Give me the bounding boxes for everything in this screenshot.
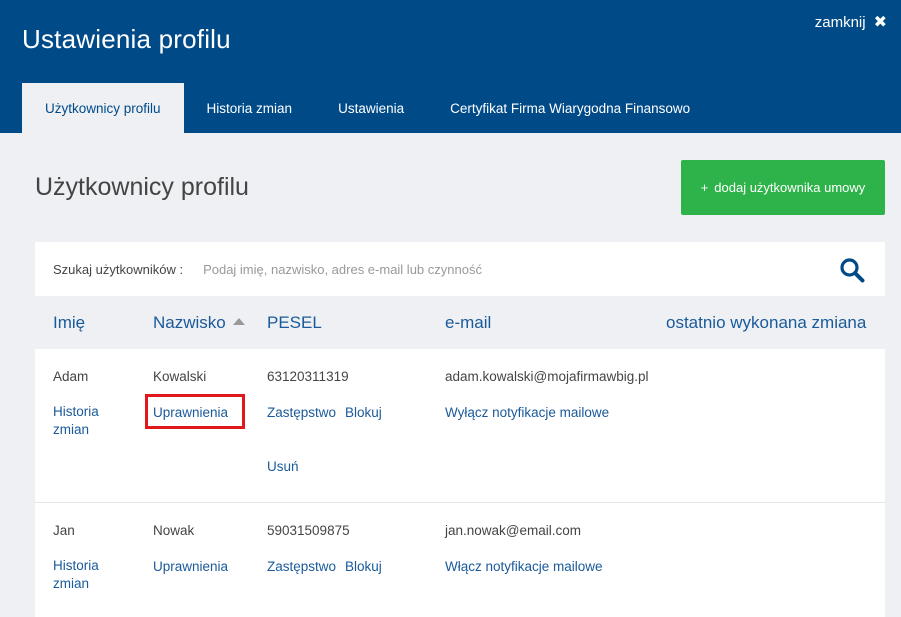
row-1-block-link[interactable]: Blokuj [345,405,382,420]
row-1-pesel: 63120311319 [267,369,349,384]
column-header-last-change[interactable]: ostatnio wykonana zmiana [666,313,866,333]
row-2-block-link[interactable]: Blokuj [345,559,382,574]
users-table [35,349,885,617]
column-header-first-name[interactable]: Imię [53,313,85,333]
row-2-substitute-link[interactable]: Zastępstwo [267,559,336,574]
column-header-pesel[interactable]: PESEL [267,313,322,333]
tab-certificate[interactable]: Certyfikat Firma Wiarygodna Finansowo [427,83,713,133]
tab-history[interactable]: Historia zmian [184,83,316,133]
row-1-substitute-link[interactable]: Zastępstwo [267,405,336,420]
row-2-permissions-link[interactable]: Uprawnienia [153,559,228,574]
app-header: Ustawienia profilu zamknij ✖ Użytkownicy… [0,0,901,133]
tab-settings[interactable]: Ustawienia [315,83,427,133]
row-1-delete-link[interactable]: Usuń [267,459,299,474]
sort-ascending-icon [232,318,245,325]
row-2-last-name: Nowak [153,523,195,538]
column-header-last-name-label: Nazwisko [153,313,226,332]
search-icon[interactable] [839,257,865,283]
highlight-box [145,394,245,429]
close-icon: ✖ [873,13,887,31]
column-header-last-name[interactable]: Nazwisko [153,313,245,333]
app-title: Ustawienia profilu [22,24,231,54]
row-1-email: adam.kowalski@mojafirmawbig.pl [445,369,649,384]
search-input[interactable] [203,261,764,277]
close-label: zamknij [814,14,866,31]
close-button[interactable]: zamknij ✖ [815,14,887,31]
row-2-email: jan.nowak@email.com [445,523,582,538]
page-title: Użytkownicy profilu [35,173,249,201]
add-user-label: dodaj użytkownika umowy [714,180,866,195]
row-1-history-link[interactable]: Historia zmian [53,403,113,439]
row-2-notify-link[interactable]: Włącz notyfikacje mailowe [445,559,603,574]
row-2-first-name: Jan [53,523,75,538]
plus-icon: + [700,180,709,195]
row-2-history-link[interactable]: Historia zmian [53,557,113,593]
search-bar: Szukaj użytkowników : [35,242,885,296]
row-1-notify-link[interactable]: Wyłącz notyfikacje mailowe [445,405,609,420]
add-user-button[interactable]: + dodaj użytkownika umowy [681,160,885,215]
row-divider [35,502,885,503]
tab-bar: Użytkownicy profilu Historia zmian Ustaw… [22,83,713,133]
column-header-email[interactable]: e-mail [445,313,491,333]
row-2-pesel: 59031509875 [267,523,350,538]
tab-users[interactable]: Użytkownicy profilu [22,83,184,133]
row-1-last-name: Kowalski [153,369,207,384]
search-label: Szukaj użytkowników : [53,261,184,277]
row-1-first-name: Adam [53,369,89,384]
